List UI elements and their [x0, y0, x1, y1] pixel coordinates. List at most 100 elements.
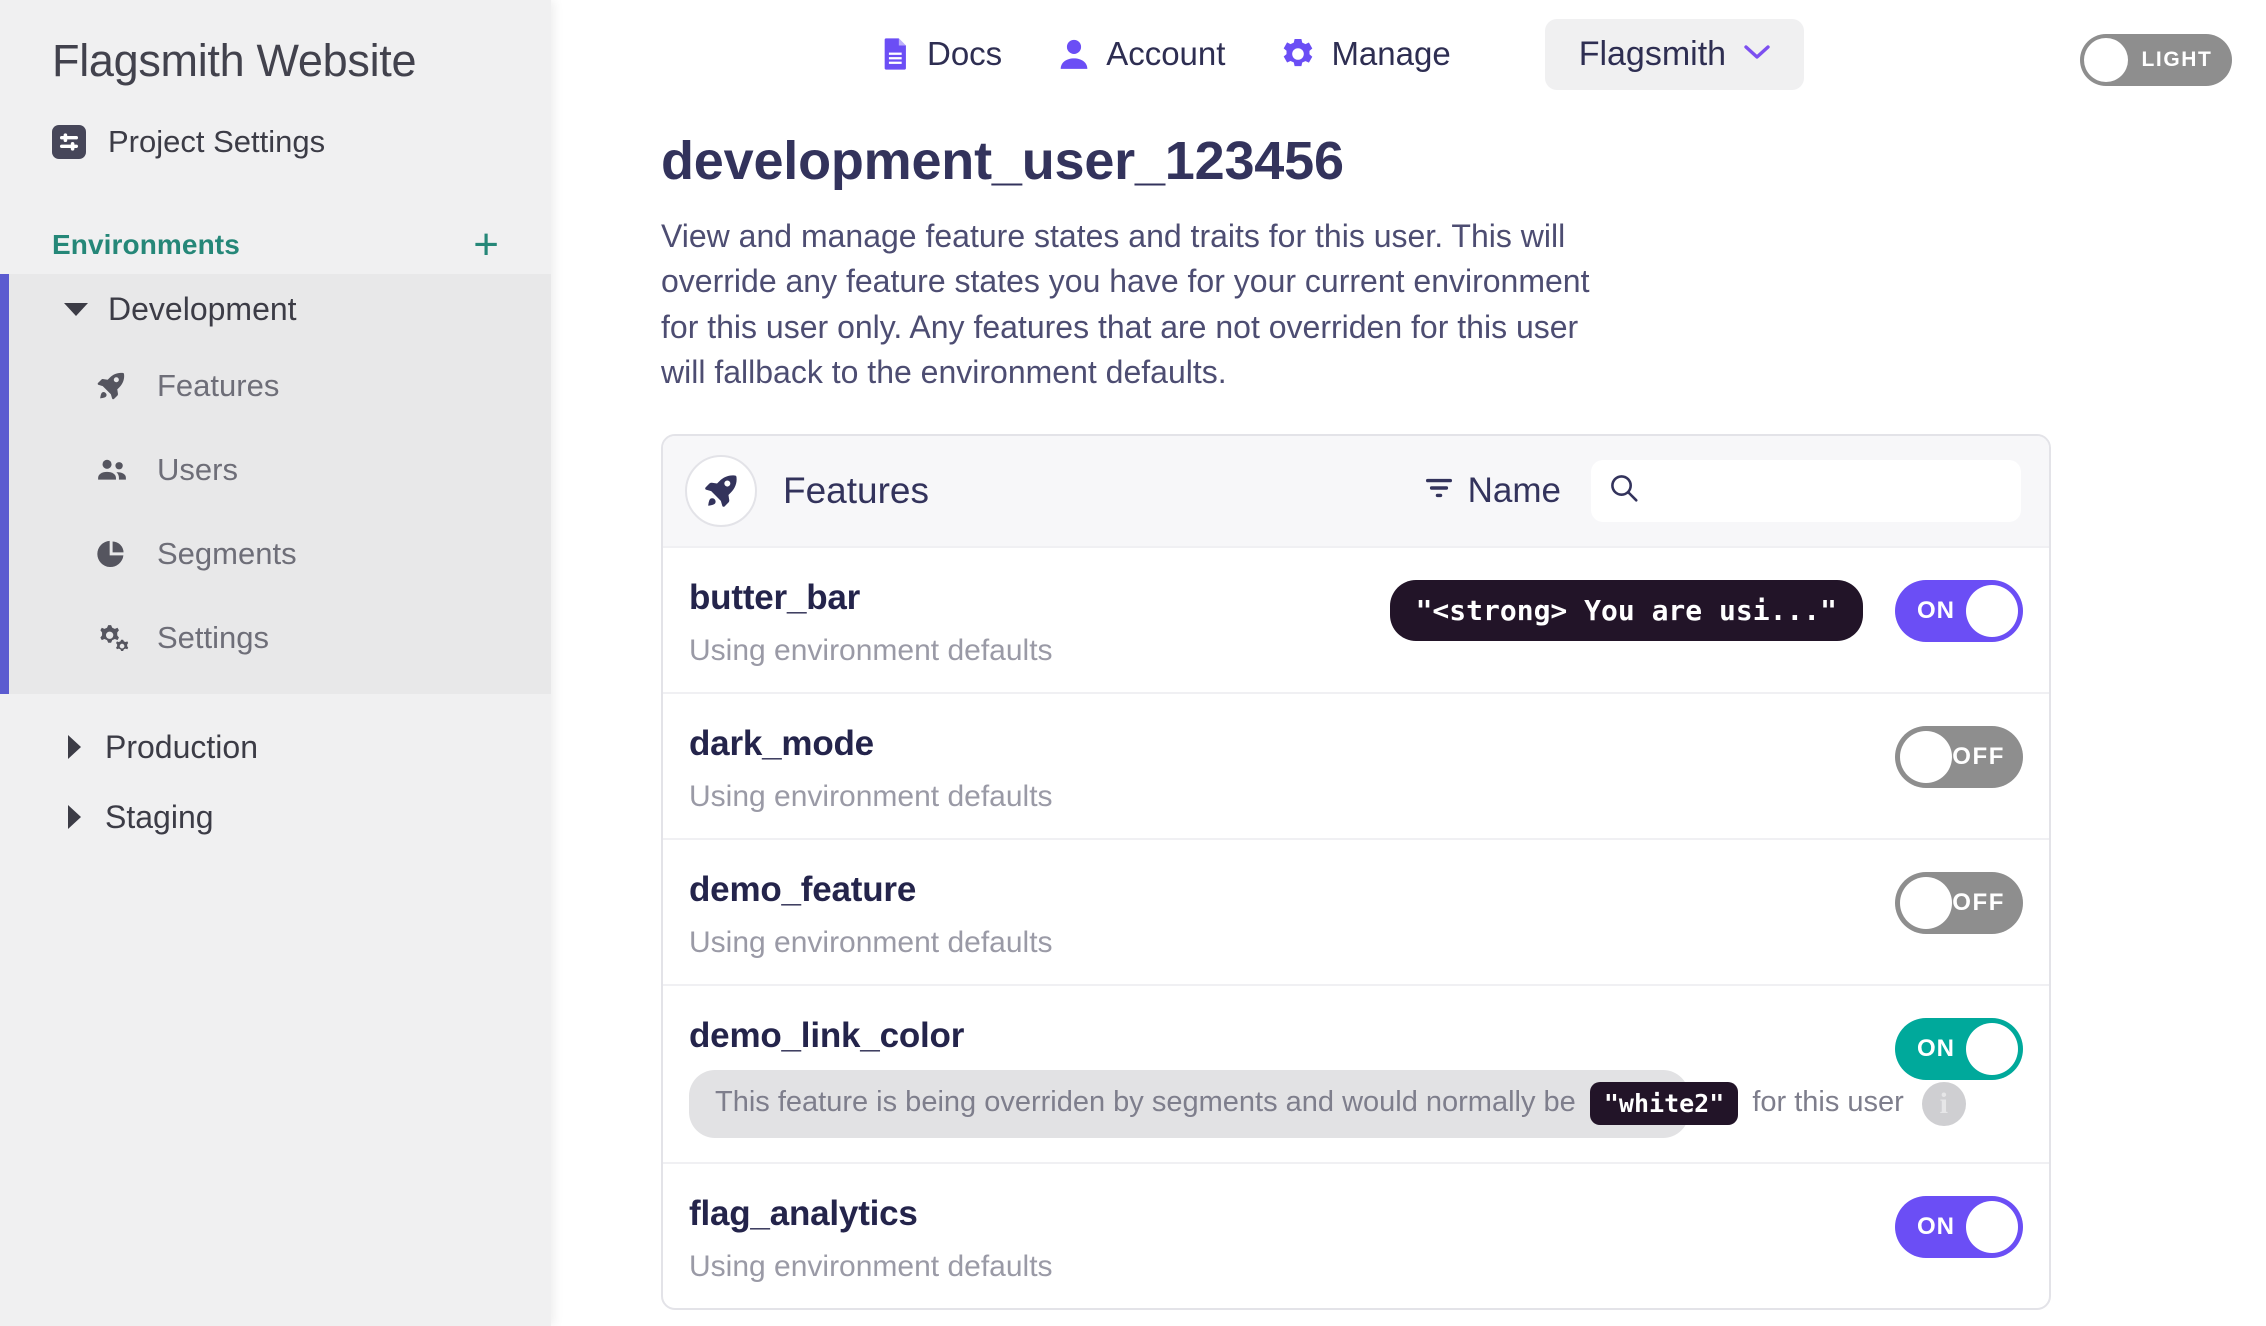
- override-suffix: for this user: [1752, 1086, 1904, 1119]
- sidebar-item-label: Segments: [157, 536, 297, 572]
- features-panel-controls: Name: [1424, 459, 2021, 522]
- search-input[interactable]: [1653, 474, 2003, 507]
- users-icon: [95, 453, 133, 487]
- feature-toggle-knob: [1966, 1200, 2018, 1253]
- nav-item-account[interactable]: Account: [1058, 35, 1225, 73]
- search-box[interactable]: [1591, 459, 2021, 522]
- search-icon: [1609, 473, 1639, 508]
- environment-children-development: Features Users Segments Settings: [9, 344, 551, 694]
- feature-toggle[interactable]: ON: [1895, 1195, 2023, 1258]
- environment-name: Production: [105, 728, 258, 765]
- sidebar: Flagsmith Website Project Settings Envir…: [0, 0, 551, 1326]
- feature-controls: ON: [1895, 1192, 2023, 1258]
- theme-toggle-knob: [2084, 38, 2128, 82]
- feature-value-pill: "<strong> You are usi...": [1389, 580, 1863, 642]
- feature-controls: OFF: [1895, 868, 2023, 934]
- feature-controls: "<strong> You are usi..." ON: [1389, 576, 2023, 642]
- feature-controls: OFF: [1895, 722, 2023, 788]
- table-row[interactable]: demo_link_color This feature is being ov…: [663, 983, 2049, 1162]
- override-prefix: This feature is being overriden by segme…: [715, 1086, 1576, 1119]
- user-icon: [1058, 37, 1090, 71]
- page-title: development_user_123456: [661, 131, 1344, 191]
- feature-toggle[interactable]: ON: [1895, 579, 2023, 642]
- organisation-selector[interactable]: Flagsmith: [1544, 18, 1805, 90]
- sidebar-item-features[interactable]: Features: [9, 344, 551, 428]
- feature-name: butter_bar: [689, 577, 861, 617]
- sidebar-item-project-settings[interactable]: Project Settings: [0, 120, 551, 164]
- app-root: Flagsmith Website Project Settings Envir…: [0, 0, 2266, 1326]
- feature-subtitle: Using environment defaults: [689, 633, 1053, 667]
- environment-header-staging[interactable]: Staging: [0, 782, 551, 852]
- nav-item-label: Account: [1106, 35, 1226, 72]
- rocket-icon: [685, 454, 757, 527]
- environment-header-production[interactable]: Production: [0, 712, 551, 782]
- feature-toggle-label: OFF: [1952, 742, 2005, 770]
- info-icon[interactable]: i: [1921, 1081, 1966, 1126]
- theme-toggle[interactable]: LIGHT: [2080, 34, 2232, 86]
- feature-name: demo_feature: [689, 869, 917, 909]
- environment-header-development[interactable]: Development: [9, 274, 551, 344]
- chevron-down-icon: [64, 302, 88, 316]
- segment-override-text: This feature is being overriden by segme…: [715, 1082, 1904, 1126]
- gear-icon: [1281, 37, 1315, 71]
- sidebar-item-segments[interactable]: Segments: [9, 512, 551, 596]
- feature-toggle[interactable]: ON: [1895, 1017, 2023, 1080]
- table-row[interactable]: butter_bar Using environment defaults "<…: [663, 545, 2049, 692]
- project-title: Flagsmith Website: [52, 35, 417, 86]
- feature-subtitle: Using environment defaults: [689, 1249, 1053, 1283]
- sidebar-item-users[interactable]: Users: [9, 428, 551, 512]
- feature-toggle-label: ON: [1917, 1034, 1955, 1062]
- top-navigation: Docs Account Manage Flagsmith LIGHT: [551, 0, 2266, 108]
- sidebar-item-label: Features: [157, 368, 280, 404]
- override-value-chip: "white2": [1589, 1082, 1739, 1126]
- sidebar-item-label: Settings: [157, 620, 270, 656]
- feature-name: dark_mode: [689, 723, 874, 763]
- environments-heading: Environments: [52, 229, 240, 261]
- feature-info: dark_mode Using environment defaults: [689, 722, 1895, 814]
- sidebar-item-settings[interactable]: Settings: [9, 596, 551, 680]
- feature-toggle-label: ON: [1917, 596, 1955, 624]
- feature-name: demo_link_color: [689, 1015, 965, 1055]
- feature-controls: ON: [1895, 1014, 2023, 1080]
- nav-item-manage[interactable]: Manage: [1281, 35, 1451, 73]
- page-description: View and manage feature states and trait…: [661, 218, 1590, 391]
- sort-by-name-button[interactable]: Name: [1424, 471, 1561, 511]
- feature-subtitle: Using environment defaults: [689, 779, 1053, 813]
- sidebar-item-label: Users: [157, 452, 238, 488]
- table-row[interactable]: flag_analytics Using environment default…: [663, 1161, 2049, 1308]
- nav-item-docs[interactable]: Docs: [881, 35, 1002, 73]
- rocket-icon: [95, 370, 133, 402]
- feature-info: butter_bar Using environment defaults: [689, 576, 1390, 668]
- sort-by-label: Name: [1467, 470, 1561, 510]
- gears-icon: [95, 622, 133, 654]
- environments-section-header: Environments +: [0, 216, 551, 274]
- table-row[interactable]: dark_mode Using environment defaults OFF: [663, 691, 2049, 838]
- nav-item-label: Docs: [927, 35, 1003, 72]
- feature-toggle[interactable]: OFF: [1895, 871, 2023, 934]
- feature-toggle-knob: [1900, 876, 1952, 929]
- chevron-right-icon: [68, 735, 81, 760]
- environment-group-development: Development Features Users Segments Sett…: [0, 274, 551, 695]
- feature-subtitle: Using environment defaults: [689, 925, 1053, 959]
- main-content: Docs Account Manage Flagsmith LIGHT deve…: [551, 0, 2266, 1326]
- pie-chart-icon: [95, 538, 133, 570]
- feature-toggle-knob: [1966, 1022, 2018, 1075]
- environment-group-staging: Staging: [0, 782, 551, 852]
- document-icon: [881, 37, 911, 71]
- feature-toggle-label: OFF: [1952, 888, 2005, 916]
- environment-name: Staging: [105, 798, 214, 835]
- nav-item-label: Manage: [1331, 35, 1451, 72]
- feature-toggle[interactable]: OFF: [1895, 725, 2023, 788]
- environment-name: Development: [108, 290, 297, 327]
- feature-info: flag_analytics Using environment default…: [689, 1192, 1895, 1284]
- environment-group-production: Production: [0, 712, 551, 782]
- table-row[interactable]: demo_feature Using environment defaults …: [663, 837, 2049, 984]
- add-environment-button[interactable]: +: [467, 222, 505, 267]
- feature-name: flag_analytics: [689, 1193, 918, 1233]
- chevron-down-icon: [1744, 44, 1770, 65]
- feature-toggle-knob: [1900, 730, 1952, 783]
- feature-toggle-knob: [1966, 584, 2018, 637]
- chevron-right-icon: [68, 805, 81, 830]
- sidebar-item-label: Project Settings: [108, 124, 326, 160]
